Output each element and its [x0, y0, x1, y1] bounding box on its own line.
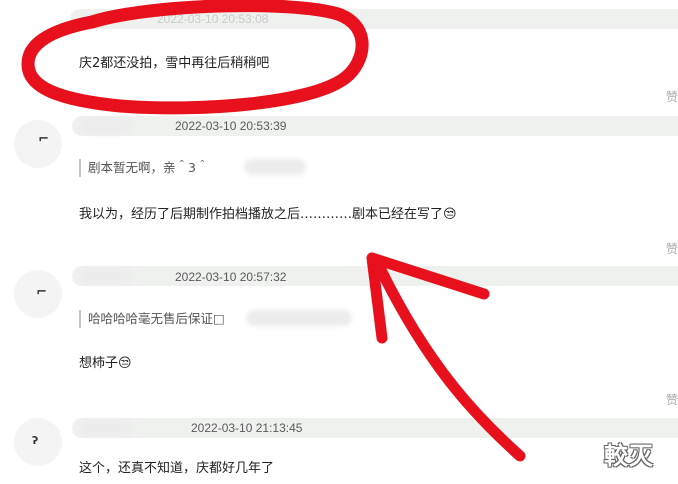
watermark-logo: 較灭: [604, 442, 654, 470]
username-blurred: [80, 268, 132, 284]
quoted-username-blurred: [244, 159, 306, 175]
comment-text: 庆2都还没拍，雪中再往后稍稍吧: [79, 56, 270, 71]
like-icon[interactable]: 赞: [666, 240, 678, 257]
avatar-image: ⌐: [36, 285, 47, 300]
comment-text: 我以为，经历了后期制作拍档播放之后…………剧本已经在写了😒: [79, 207, 457, 222]
like-icon[interactable]: 赞: [666, 391, 678, 408]
username-blurred: [80, 118, 132, 134]
comment-meta-bar: [72, 266, 678, 286]
annotation-overlay: [21, 0, 526, 462]
comment-timestamp: 2022-03-10 20:53:39: [175, 119, 287, 133]
like-icon[interactable]: 赞: [666, 88, 678, 105]
comment-timestamp: 2022-03-10 21:13:45: [191, 421, 303, 435]
quoted-reply: 哈哈哈哈毫无售后保证□: [79, 310, 225, 328]
comment-timestamp: 2022-03-10 20:57:32: [175, 270, 287, 284]
comment-text: 这个，还真不知道，庆都好几年了: [79, 461, 275, 476]
comment-timestamp: 2022-03-10 20:53:08: [157, 12, 269, 26]
quoted-username-blurred: [246, 310, 352, 326]
avatar-image: ʔ: [32, 434, 39, 447]
username-blurred: [80, 420, 132, 436]
comment-text: 想柿子😒: [79, 356, 132, 371]
quoted-reply: 剧本暂无啊，亲＾3＾: [79, 159, 208, 177]
comment-meta-bar: [72, 418, 678, 438]
avatar-image: ⌐: [38, 132, 49, 147]
comment-meta-bar: [72, 116, 678, 136]
